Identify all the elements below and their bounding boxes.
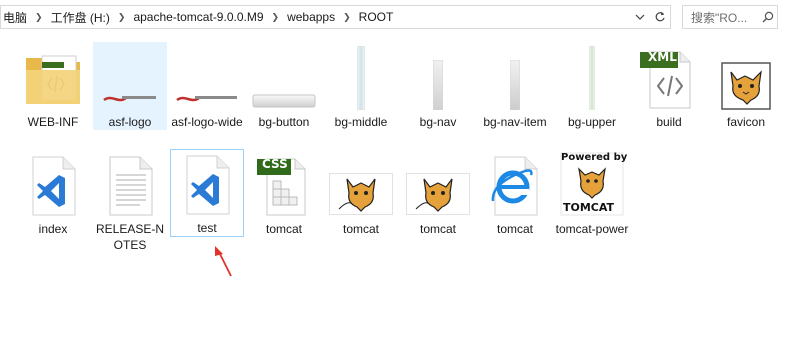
chevron-right-icon[interactable]: ❯ xyxy=(272,12,280,22)
chevron-right-icon[interactable]: ❯ xyxy=(343,12,351,22)
folder-icon xyxy=(16,42,90,110)
image-thumbnail-icon xyxy=(93,42,167,110)
vscode-file-icon xyxy=(16,149,90,217)
tomcat-logo-text: TOMCAT xyxy=(563,201,615,214)
file-item-bg-middle[interactable]: bg-middle xyxy=(324,42,398,130)
file-label: favicon xyxy=(726,115,766,129)
image-thumbnail-icon xyxy=(555,42,629,110)
file-item-bg-upper[interactable]: bg-upper xyxy=(555,42,629,130)
file-label: test xyxy=(197,221,217,235)
breadcrumb-label: webapps xyxy=(287,10,336,24)
file-label: bg-middle xyxy=(334,115,388,129)
tomcat-power-image-icon: Powered by TOMCAT xyxy=(555,149,629,217)
file-label: tomcat xyxy=(342,222,379,236)
file-item-asf-logo-wide[interactable]: asf-logo-wide xyxy=(170,42,244,130)
file-item-tomcat-html[interactable]: tomcat xyxy=(478,149,552,237)
chevron-right-icon[interactable]: ❯ xyxy=(35,12,43,22)
vscode-file-icon xyxy=(170,150,244,216)
breadcrumb-label: 工作盘 (H:) xyxy=(50,10,110,25)
file-item-index[interactable]: index xyxy=(16,149,90,237)
image-thumbnail-icon xyxy=(324,42,398,110)
file-label: index xyxy=(38,222,68,236)
search-placeholder: 搜索"RO... xyxy=(691,10,748,25)
file-label: build xyxy=(656,115,682,129)
file-label: bg-nav-item xyxy=(483,115,547,129)
search-input[interactable]: 搜索"RO... xyxy=(682,5,778,29)
image-thumbnail-icon xyxy=(401,42,475,110)
file-item-tomcat-power[interactable]: Powered by TOMCAT tomcat-power xyxy=(555,149,629,237)
tomcat-icon xyxy=(709,42,783,110)
address-bar[interactable]: 电脑 ❯ 工作盘 (H:) ❯ apache-tomcat-9.0.0.M9 ❯… xyxy=(0,5,671,29)
refresh-button[interactable] xyxy=(650,6,670,28)
file-item-bg-button[interactable]: bg-button xyxy=(247,42,321,130)
file-label: asf-logo-wide xyxy=(171,115,243,129)
file-item-favicon[interactable]: favicon xyxy=(709,42,783,130)
file-item-tomcat-image-2[interactable]: tomcat xyxy=(401,149,475,237)
refresh-icon xyxy=(655,12,665,22)
address-history-button[interactable] xyxy=(630,6,650,28)
file-label: bg-upper xyxy=(567,115,617,129)
file-label: WEB-INF xyxy=(27,115,79,129)
breadcrumb-label: apache-tomcat-9.0.0.M9 xyxy=(133,10,264,24)
annotation-arrow-icon xyxy=(215,246,232,277)
xml-badge-text: XML xyxy=(648,50,677,64)
file-label: bg-nav xyxy=(419,115,457,129)
chevron-right-icon[interactable]: ❯ xyxy=(118,12,126,22)
file-label: asf-logo xyxy=(108,115,152,129)
breadcrumb-label: ROOT xyxy=(358,10,394,24)
css-badge-text: CSS xyxy=(262,157,288,171)
file-item-bg-nav-item[interactable]: bg-nav-item xyxy=(478,42,552,130)
file-label: tomcat xyxy=(496,222,533,236)
tomcat-icon xyxy=(401,149,475,217)
file-item-web-inf[interactable]: WEB-INF xyxy=(16,42,90,130)
text-file-icon xyxy=(93,149,167,217)
file-label: tomcat xyxy=(265,222,302,236)
file-item-bg-nav[interactable]: bg-nav xyxy=(401,42,475,130)
file-label: tomcat-power xyxy=(555,222,629,236)
file-label: tomcat xyxy=(419,222,456,236)
powered-by-text: Powered by xyxy=(561,152,628,163)
file-item-asf-logo[interactable]: asf-logo xyxy=(93,42,167,130)
image-thumbnail-icon xyxy=(247,42,321,110)
image-thumbnail-icon xyxy=(478,42,552,110)
breadcrumb-root[interactable]: ROOT xyxy=(357,6,396,28)
file-label: bg-button xyxy=(258,115,310,129)
breadcrumb-tomcat[interactable]: apache-tomcat-9.0.0.M9 xyxy=(131,6,265,28)
breadcrumb-this-pc[interactable]: 电脑 xyxy=(1,6,29,28)
file-item-tomcat-image-1[interactable]: tomcat xyxy=(324,149,398,237)
chevron-down-icon xyxy=(635,14,645,20)
file-item-test[interactable]: test xyxy=(170,149,244,237)
breadcrumb-drive[interactable]: 工作盘 (H:) xyxy=(49,6,112,28)
breadcrumb-label: 电脑 xyxy=(3,10,28,25)
search-icon[interactable] xyxy=(759,11,777,23)
file-label: RELEASE-NOTES xyxy=(95,222,165,252)
image-thumbnail-icon xyxy=(170,42,244,110)
tomcat-icon xyxy=(324,149,398,217)
file-item-release-notes[interactable]: RELEASE-NOTES xyxy=(93,149,167,253)
internet-explorer-file-icon xyxy=(478,149,552,217)
breadcrumb-webapps[interactable]: webapps xyxy=(285,6,337,28)
